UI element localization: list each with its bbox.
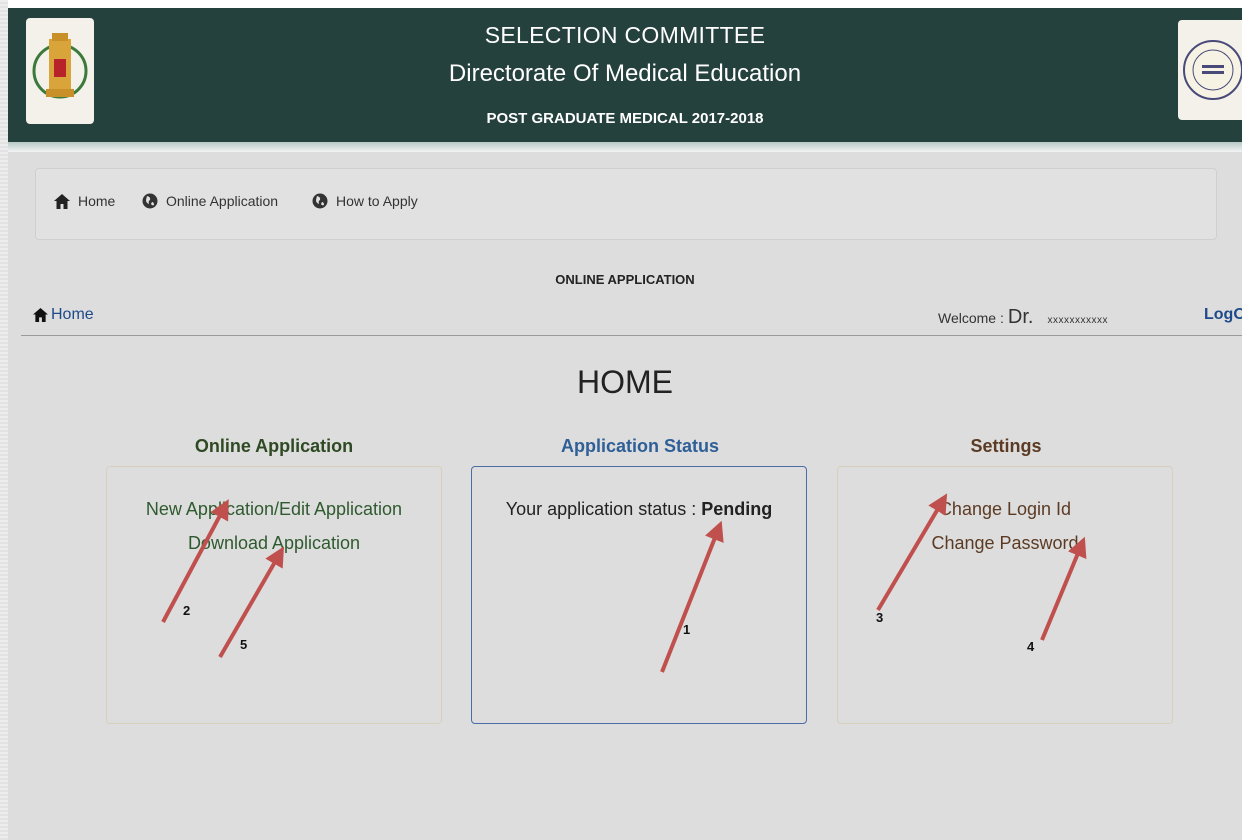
annotation-label-5: 5 <box>240 637 247 652</box>
annotation-label-2: 2 <box>183 603 190 618</box>
annotation-arrow-2 <box>161 499 229 623</box>
annotation-arrows-overlay: 1 2 3 4 5 <box>161 493 1087 673</box>
annotation-arrow-5 <box>218 546 285 659</box>
annotation-label-4: 4 <box>1027 639 1035 654</box>
annotation-arrow-4 <box>1040 536 1087 641</box>
annotation-label-3: 3 <box>876 610 883 625</box>
annotation-arrow-1 <box>660 520 724 673</box>
annotation-label-1: 1 <box>683 622 690 637</box>
annotation-arrow-3 <box>876 493 948 612</box>
